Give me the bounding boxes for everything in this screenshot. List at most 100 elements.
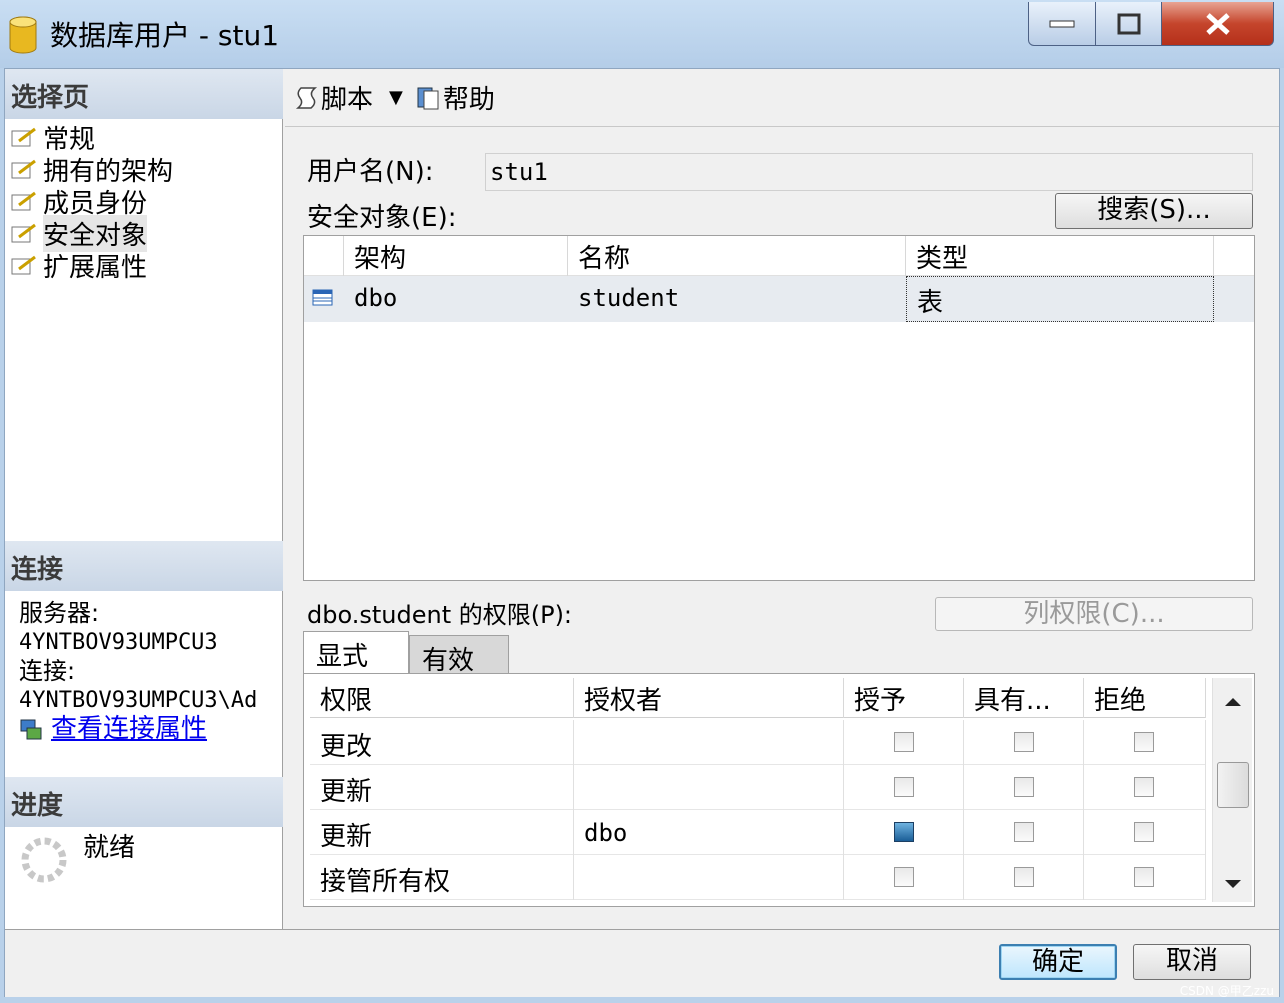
title-bar: 数据库用户 - stu1 <box>0 0 1284 68</box>
table-row: 更新 dbo <box>310 810 1206 855</box>
close-button[interactable] <box>1162 2 1274 46</box>
column-header-with-grant[interactable]: 具有... <box>964 678 1084 718</box>
toolbar: 脚本 ▼ 帮助 <box>285 69 1279 127</box>
window-title: 数据库用户 - stu1 <box>50 19 280 52</box>
minimize-icon <box>1049 20 1075 27</box>
page-item-extended-properties[interactable]: 扩展属性 <box>9 249 173 283</box>
progress-header: 进度 <box>5 777 283 827</box>
page-item-securables[interactable]: 安全对象 <box>9 214 173 252</box>
page-item-membership[interactable]: 成员身份 <box>9 185 173 219</box>
cell-with-grant <box>964 765 1084 810</box>
cell-type: 表 <box>906 276 1214 322</box>
column-header-grantor[interactable]: 授权者 <box>574 678 844 718</box>
cell-schema: dbo <box>354 284 398 312</box>
cell-deny <box>1084 810 1206 855</box>
scroll-down-icon[interactable] <box>1225 880 1241 888</box>
deny-checkbox[interactable] <box>1134 822 1154 842</box>
row-header-cell <box>304 236 344 276</box>
page-icon <box>11 159 36 179</box>
help-label: 帮助 <box>442 85 495 115</box>
grant-checkbox[interactable] <box>894 777 914 797</box>
script-button[interactable]: 脚本 <box>295 79 373 116</box>
page-item-owned-schemas[interactable]: 拥有的架构 <box>9 153 173 187</box>
cell-with-grant <box>964 855 1084 900</box>
dialog-frame: 选择页 常规 拥有的架构 成员身份 安全对象 扩展属性 连接 服务器: 4YNT… <box>4 68 1280 997</box>
cell-grantor: dbo <box>574 810 844 855</box>
page-icon <box>11 127 36 147</box>
column-header-schema[interactable]: 架构 <box>344 236 568 276</box>
minimize-button[interactable] <box>1028 2 1096 46</box>
cell-permission: 更新 <box>310 765 574 810</box>
table-icon <box>312 289 333 306</box>
with-grant-checkbox[interactable] <box>1014 867 1034 887</box>
maximize-button[interactable] <box>1096 2 1162 46</box>
grant-checkbox[interactable] <box>894 867 914 887</box>
with-grant-checkbox[interactable] <box>1014 777 1034 797</box>
script-icon <box>295 86 318 109</box>
column-header-type[interactable]: 类型 <box>906 236 1214 276</box>
script-dropdown-icon[interactable]: ▼ <box>389 87 403 108</box>
tab-effective[interactable]: 有效 <box>409 635 509 676</box>
cell-grantor <box>574 765 844 810</box>
cell-grant <box>844 855 964 900</box>
scroll-thumb[interactable] <box>1217 762 1249 808</box>
with-grant-checkbox[interactable] <box>1014 822 1034 842</box>
cell-permission: 更新 <box>310 810 574 855</box>
cell-with-grant <box>964 720 1084 765</box>
permissions-tabs: 显式 有效 <box>303 631 509 677</box>
cell-permission: 更改 <box>310 720 574 765</box>
deny-checkbox[interactable] <box>1134 867 1154 887</box>
scroll-up-icon[interactable] <box>1225 698 1241 706</box>
securables-label: 安全对象(E): <box>307 203 457 233</box>
view-connection-properties-link[interactable]: 查看连接属性 <box>51 715 207 744</box>
connection-properties-icon <box>20 719 42 739</box>
connection-label: 连接: <box>19 657 76 685</box>
username-field[interactable]: stu1 <box>485 153 1253 191</box>
column-header-permission[interactable]: 权限 <box>310 678 574 718</box>
progress-status: 就绪 <box>83 833 136 863</box>
server-label: 服务器: <box>19 599 100 627</box>
progress-row: 就绪 <box>19 833 135 885</box>
help-icon <box>417 87 439 109</box>
deny-checkbox[interactable] <box>1134 732 1154 752</box>
username-label: 用户名(N): <box>307 157 434 187</box>
cell-deny <box>1084 720 1206 765</box>
column-header-grant[interactable]: 授予 <box>844 678 964 718</box>
cell-grantor <box>574 855 844 900</box>
column-header-deny[interactable]: 拒绝 <box>1084 678 1206 718</box>
close-icon <box>1205 12 1230 35</box>
server-value: 4YNTBOV93UMPCU3 <box>19 630 218 655</box>
table-row: 更新 <box>310 765 1206 810</box>
cell-grant <box>844 765 964 810</box>
search-button[interactable]: 搜索(S)... <box>1055 193 1253 229</box>
left-pane: 选择页 常规 拥有的架构 成员身份 安全对象 扩展属性 连接 服务器: 4YNT… <box>5 69 283 929</box>
page-item-general[interactable]: 常规 <box>9 121 173 155</box>
connection-value: 4YNTBOV93UMPCU3\Ad <box>19 688 258 713</box>
cell-deny <box>1084 855 1206 900</box>
grant-checkbox[interactable] <box>894 822 914 842</box>
column-header-name[interactable]: 名称 <box>568 236 906 276</box>
tab-explicit[interactable]: 显式 <box>303 631 409 677</box>
cancel-button[interactable]: 取消 <box>1133 944 1251 980</box>
database-icon <box>9 16 37 54</box>
page-item-label: 扩展属性 <box>43 252 148 283</box>
maximize-icon <box>1117 13 1140 34</box>
with-grant-checkbox[interactable] <box>1014 732 1034 752</box>
cell-grant <box>844 810 964 855</box>
securables-header: 架构 名称 类型 <box>304 236 1254 276</box>
page-icon <box>11 255 36 275</box>
permissions-header: 权限 授权者 授予 具有... 拒绝 <box>310 678 1206 718</box>
ok-button[interactable]: 确定 <box>999 944 1117 980</box>
help-button[interactable]: 帮助 <box>415 79 495 116</box>
permissions-scrollbar[interactable] <box>1212 678 1252 902</box>
securables-grid: 架构 名称 类型 dbo student 表 <box>303 235 1255 581</box>
deny-checkbox[interactable] <box>1134 777 1154 797</box>
table-row[interactable]: dbo student 表 <box>304 276 1254 322</box>
page-icon <box>11 191 36 211</box>
cell-permission: 接管所有权 <box>310 855 574 900</box>
table-row: 接管所有权 <box>310 855 1206 900</box>
connection-header: 连接 <box>5 541 283 591</box>
grant-checkbox[interactable] <box>894 732 914 752</box>
cell-grant <box>844 720 964 765</box>
column-permissions-button[interactable]: 列权限(C)... <box>935 597 1253 631</box>
